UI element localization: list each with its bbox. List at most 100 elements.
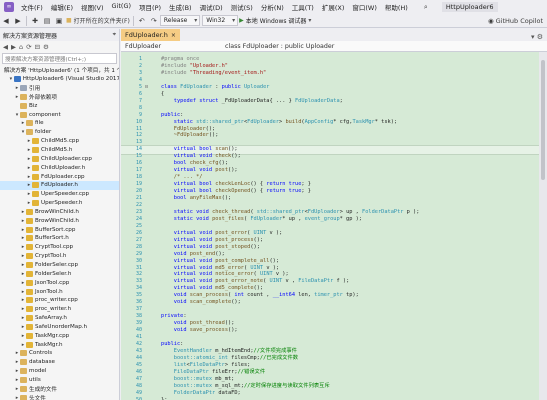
tree-item[interactable]: ▸ FdUploader.cpp <box>0 172 119 181</box>
tree-item[interactable]: ▸ Controls <box>0 349 119 358</box>
code-line[interactable]: 50}; <box>121 397 547 400</box>
tree-item[interactable]: ▸ FdUploader.h <box>0 180 119 190</box>
forward-icon[interactable]: ▶ <box>11 43 16 51</box>
title-bar: ∞ 文件(F) 编辑(E) 视图(V) Git(G) 项目(P) 生成(B) 调试(D) 测试… <box>0 0 547 14</box>
tree-item[interactable]: ▸ UperSpeeder.cpp <box>0 190 119 199</box>
back-icon[interactable]: ◀ <box>1 15 11 26</box>
tree-item[interactable]: ▾ folder <box>0 128 119 137</box>
tree-item[interactable]: ▸ utils <box>0 376 119 385</box>
tree-item[interactable]: ▸ UperSpeeder.h <box>0 199 119 208</box>
tree-item[interactable]: Biz <box>0 101 119 110</box>
menu-item[interactable]: 工具(T) <box>288 2 318 12</box>
lock-icon <box>26 270 33 277</box>
tree-item[interactable]: ▸ CryptTool.cpp <box>0 243 119 252</box>
lock-icon <box>26 244 33 251</box>
lock-icon <box>26 315 33 322</box>
tree-item[interactable]: ▸ BufferSort.cpp <box>0 225 119 234</box>
code-editor[interactable]: 1 #pragma once 2 #include "Uploader.h" 3 #inc… <box>121 52 547 400</box>
tree-item[interactable]: ▸ 引用 <box>0 84 119 93</box>
lock-icon <box>26 306 33 313</box>
tree-item[interactable]: ▸ ChildUploader.cpp <box>0 154 119 163</box>
open-icon[interactable]: ▤ <box>42 15 52 26</box>
search-icon[interactable]: ⌕ <box>420 2 432 12</box>
new-item-icon[interactable]: ✚ <box>30 15 40 26</box>
menu-item[interactable]: 项目(P) <box>135 2 165 12</box>
tab-fduploader-h[interactable]: FdUploader.h × <box>121 29 180 41</box>
tree-item[interactable]: ▾ component <box>0 110 119 119</box>
sync-icon[interactable]: ⟳ <box>26 43 31 51</box>
lock-icon <box>32 182 39 189</box>
menu-item[interactable]: 文件(F) <box>17 2 47 12</box>
tree-item[interactable]: ▸ TaskMgr.cpp <box>0 331 119 340</box>
tree-item-label: 生成的文件 <box>29 386 57 393</box>
tree-item[interactable]: ▸ ChildUploader.h <box>0 163 119 172</box>
save-icon[interactable]: ▣ <box>54 15 64 26</box>
tree-item[interactable]: ▸ SafeUnorderMap.h <box>0 322 119 331</box>
back-icon[interactable]: ◀ <box>3 43 8 51</box>
tree-item[interactable]: ▸ BrowWinChild.h <box>0 216 119 225</box>
tree-item[interactable]: ▸ proc_writer.cpp <box>0 296 119 305</box>
tree-item[interactable]: ▸ CryptTool.h <box>0 252 119 261</box>
tree-item[interactable]: ▸ file <box>0 119 119 128</box>
tree-item[interactable]: ▸ database <box>0 358 119 367</box>
tree-item-label: 头文件 <box>29 395 46 400</box>
tree-item[interactable]: ▸ model <box>0 367 119 376</box>
tree-item[interactable]: 解决方案 'HttpUploader6' (1 个项目，共 1 个) <box>0 66 119 75</box>
configuration-select[interactable]: Release <box>159 15 201 26</box>
start-debugging-button[interactable]: ▶ 本地 Windows 调试器 ▾ <box>239 15 311 26</box>
tree-item[interactable]: ▸ FolderSeler.h <box>0 269 119 278</box>
tree-item-label: file <box>35 120 44 127</box>
nav-scope-dropdown[interactable]: class FdUploader : public Uploader <box>221 43 338 50</box>
tree-item[interactable]: ▸ BufferSort.h <box>0 234 119 243</box>
redo-icon[interactable]: ↷ <box>149 15 159 26</box>
tree-item[interactable]: ▾ HttpUploader6 (Visual Studio 2017 <box>0 75 119 84</box>
lock-icon <box>26 288 33 295</box>
close-icon[interactable]: × <box>171 32 176 39</box>
tree-item[interactable]: ▸ BrowWinChild.h <box>0 208 119 217</box>
menu-item[interactable]: 编辑(E) <box>47 2 77 12</box>
menu-item[interactable]: Git(G) <box>108 2 136 12</box>
copilot-button[interactable]: ◉ GitHub Copilot <box>488 15 543 26</box>
menu-item[interactable]: 生成(B) <box>165 2 196 12</box>
tree-item[interactable]: ▸ 头文件 <box>0 393 119 400</box>
menu-item[interactable]: 视图(V) <box>77 2 108 12</box>
tree-item-label: FdUploader.h <box>41 182 78 189</box>
tree-item-label: CryptTool.h <box>35 253 67 260</box>
vertical-scrollbar[interactable] <box>539 52 547 400</box>
collapse-all-icon[interactable]: ⊟ <box>35 43 40 51</box>
tree-item[interactable]: ▸ SafeArray.h <box>0 314 119 323</box>
chevron-down-icon[interactable]: ▾ ⚙ <box>531 33 547 41</box>
tree-item[interactable]: ▸ JsonTool.cpp <box>0 278 119 287</box>
tree-item[interactable]: ▸ TaskMgr.h <box>0 340 119 349</box>
menu-item[interactable]: 调试(D) <box>196 2 227 12</box>
undo-icon[interactable]: ↶ <box>137 15 147 26</box>
tree-item[interactable]: ▸ 外部依赖项 <box>0 93 119 102</box>
menu-item[interactable]: 分析(N) <box>257 2 288 12</box>
lock-icon <box>26 235 33 242</box>
menu-item[interactable]: 测试(S) <box>227 2 257 12</box>
chevron-down-icon[interactable]: ▾ <box>8 76 14 82</box>
menu-item[interactable]: 扩展(X) <box>318 2 349 12</box>
tree-item-label: proc_writer.h <box>35 306 72 313</box>
explorer-search-input[interactable]: 搜索解决方案资源管理器(Ctrl+;) <box>2 53 117 64</box>
menu-item[interactable]: 窗口(W) <box>348 2 381 12</box>
tree-item[interactable]: ▸ ChildMd5.cpp <box>0 137 119 146</box>
home-icon[interactable]: ⌂ <box>19 43 23 51</box>
tree-item[interactable]: ▸ JsonTool.h <box>0 287 119 296</box>
tree-item-label: BufferSort.cpp <box>35 226 76 233</box>
tree-item-label: Controls <box>29 350 53 357</box>
tree-item[interactable]: ▸ proc_writer.h <box>0 305 119 314</box>
solution-explorer-header: 解决方案资源管理器 ⌖ <box>0 29 119 41</box>
nav-project-dropdown[interactable]: FdUploader <box>121 43 221 50</box>
tree-item[interactable]: ▸ ChildMd5.h <box>0 146 119 155</box>
start-debugging-label: 本地 Windows 调试器 <box>245 18 307 25</box>
platform-select[interactable]: Win32 <box>202 15 239 26</box>
pin-icon[interactable]: ⌖ <box>113 31 116 39</box>
open-folder-button[interactable]: ■ 打开所在的文件夹(F) <box>66 15 130 26</box>
forward-icon[interactable]: ▶ <box>13 15 23 26</box>
menu-item[interactable]: 帮助(H) <box>381 2 412 12</box>
settings-icon[interactable]: ⚙ <box>43 43 49 51</box>
tree-item[interactable]: ▸ 生成的文件 <box>0 384 119 393</box>
tree-item[interactable]: ▸ FolderSeler.cpp <box>0 261 119 270</box>
scrollbar-thumb[interactable] <box>541 60 545 180</box>
